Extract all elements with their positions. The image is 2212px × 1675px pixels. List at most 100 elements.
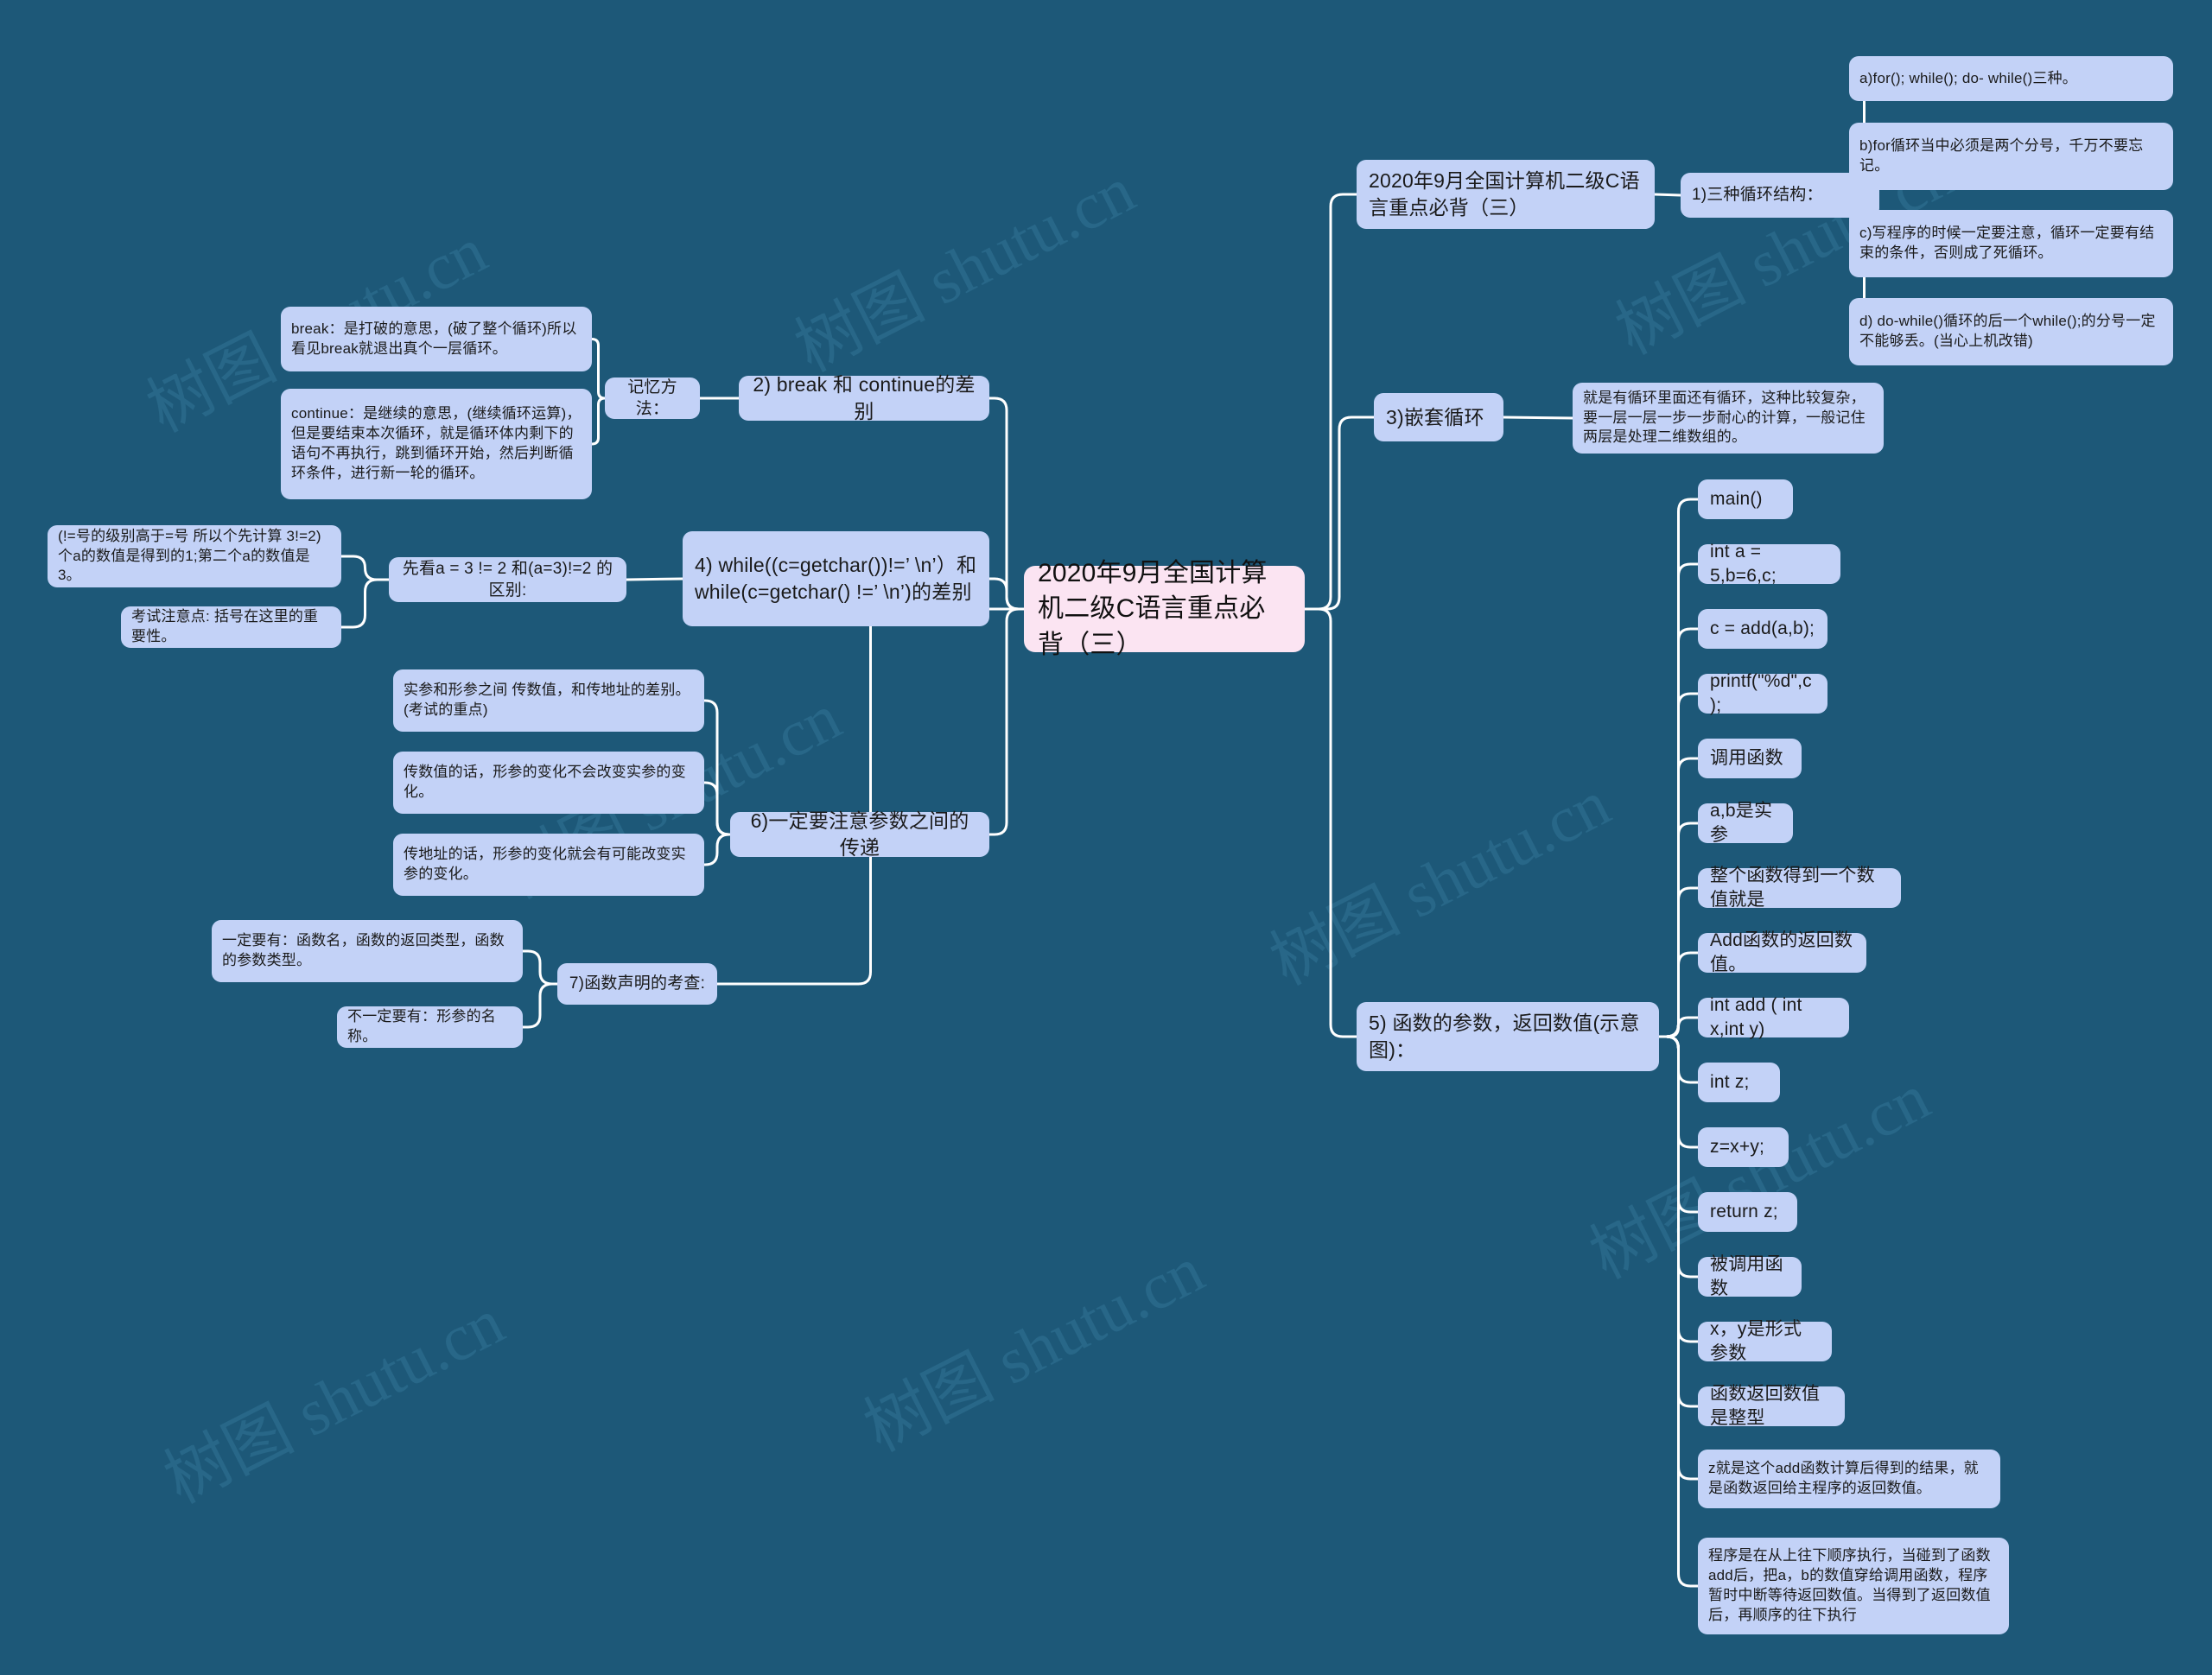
func-code-item-4[interactable]: 调用函数: [1698, 739, 1802, 778]
loop-item-0[interactable]: a)for(); while(); do- while()三种。: [1849, 56, 2173, 101]
loop-item-2-label: c)写程序的时候一定要注意，循环一定要有结束的条件，否则成了死循环。: [1859, 225, 2155, 261]
connector: [704, 781, 730, 836]
connector: [591, 338, 606, 400]
func-code-item-0-label: main(): [1710, 488, 1763, 509]
connector: [717, 607, 1024, 986]
func-declaration-item-0-label: 一定要有：函数名，函数的返回类型，函数的参数类型。: [222, 932, 505, 968]
func-code-item-3-label: printf("%d",c);: [1710, 670, 1812, 715]
left-branch-while-getchar[interactable]: 4) while((c=getchar())!=’ \n’）和 while(c=…: [683, 531, 989, 626]
left-branch-func-declaration[interactable]: 7)函数声明的考查:: [557, 963, 717, 1005]
func-code-item-14-label: 函数返回数值是整型: [1710, 1383, 1821, 1428]
right-branch-nested-loop-label: 3)嵌套循环: [1386, 405, 1484, 428]
loop-item-3-label: d) do-while()循环的后一个while();的分号一定不能够丢。(当心…: [1859, 313, 2156, 349]
left-branch-func-declaration-label: 7)函数声明的考查:: [569, 974, 706, 993]
loop-item-3[interactable]: d) do-while()循环的后一个while();的分号一定不能够丢。(当心…: [1849, 298, 2173, 365]
break-continue-item-1-label: continue：是继续的意思，(继续循环运算)，但是要结束本次循环，就是循环体…: [291, 405, 582, 481]
break-continue-item-1[interactable]: continue：是继续的意思，(继续循环运算)，但是要结束本次循环，就是循环体…: [281, 389, 592, 499]
while-getchar-item-0-label: (!=号的级别高于=号 所以个先计算 3!=2) 个a的数值是得到的1;第二个a…: [58, 527, 321, 584]
right-branch-nested-loop[interactable]: 3)嵌套循环: [1374, 393, 1503, 441]
func-code-item-0[interactable]: main(): [1698, 479, 1793, 519]
func-code-item-12[interactable]: 被调用函数: [1698, 1254, 1802, 1298]
connector: [704, 833, 730, 866]
while-getchar-compare[interactable]: 先看a = 3 != 2 和(a=3)!=2 的区别:: [389, 557, 626, 602]
func-code-item-10[interactable]: z=x+y;: [1698, 1127, 1789, 1167]
func-code-item-5[interactable]: a,b是实参: [1698, 801, 1793, 845]
connector: [341, 578, 389, 629]
func-declaration-item-1[interactable]: 不一定要有：形参的名称。: [337, 1006, 523, 1048]
connector: [591, 397, 606, 446]
func-code-item-6-label: 整个函数得到一个数值就是: [1710, 865, 1875, 910]
connector: [989, 607, 1024, 836]
right-branch-function-params[interactable]: 5) 函数的参数，返回数值(示意图)：: [1357, 1002, 1659, 1071]
break-continue-mnemonic-label: 记忆方法：: [627, 378, 677, 418]
param-passing-item-2[interactable]: 传地址的话，形参的变化就会有可能改变实参的变化。: [393, 834, 704, 896]
nested-loop-desc-label: 就是有循环里面还有循环，这种比较复杂，要一层一层一步一步耐心的计算，一般记住两层…: [1583, 389, 1866, 446]
func-code-item-4-label: 调用函数: [1710, 747, 1783, 768]
root-node-label: 2020年9月全国计算机二级C语言重点必背（三）: [1038, 558, 1268, 659]
left-branch-break-continue[interactable]: 2) break 和 continue的差别: [739, 373, 989, 422]
connector: [341, 555, 389, 581]
func-code-item-14[interactable]: 函数返回数值是整型: [1698, 1384, 1845, 1428]
func-code-item-2-label: c = add(a,b);: [1710, 618, 1815, 638]
func-code-item-2[interactable]: c = add(a,b);: [1698, 609, 1827, 649]
param-passing-item-0-label: 实参和形参之间 传数值，和传地址的差别。(考试的重点): [404, 682, 690, 718]
connector: [523, 982, 557, 1029]
func-declaration-item-0[interactable]: 一定要有：函数名，函数的返回类型，函数的参数类型。: [212, 920, 523, 982]
while-getchar-compare-label: 先看a = 3 != 2 和(a=3)!=2 的区别:: [402, 559, 613, 600]
func-code-item-10-label: z=x+y;: [1710, 1136, 1765, 1157]
func-code-item-11-label: return z;: [1710, 1201, 1778, 1221]
func-code-item-8[interactable]: int add ( int x,int y): [1698, 995, 1849, 1039]
param-passing-item-1-label: 传数值的话，形参的变化不会改变实参的变化。: [404, 764, 686, 800]
loop-item-1-label: b)for循环当中必须是两个分号，千万不要忘记。: [1859, 137, 2144, 174]
func-code-item-5-label: a,b是实参: [1710, 800, 1773, 845]
left-branch-param-passing[interactable]: 6)一定要注意参数之间的传递: [730, 809, 989, 859]
connector: [1305, 193, 1357, 611]
left-branch-param-passing-label: 6)一定要注意参数之间的传递: [750, 809, 969, 859]
connector: [1305, 607, 1357, 1038]
func-code-item-12-label: 被调用函数: [1710, 1253, 1783, 1298]
loop-item-2[interactable]: c)写程序的时候一定要注意，循环一定要有结束的条件，否则成了死循环。: [1849, 210, 2173, 277]
func-code-item-1[interactable]: int a = 5,b=6,c;: [1698, 542, 1840, 586]
func-code-item-9[interactable]: int z;: [1698, 1063, 1780, 1102]
connector: [626, 577, 683, 581]
func-code-item-16-label: 程序是在从上往下顺序执行，当碰到了函数add后，把a，b的数值穿给调用函数，程序…: [1708, 1547, 1991, 1623]
func-code-item-1-label: int a = 5,b=6,c;: [1710, 541, 1777, 586]
while-getchar-item-0[interactable]: (!=号的级别高于=号 所以个先计算 3!=2) 个a的数值是得到的1;第二个a…: [48, 525, 341, 587]
func-code-item-11[interactable]: return z;: [1698, 1192, 1797, 1232]
param-passing-item-1[interactable]: 传数值的话，形参的变化不会改变实参的变化。: [393, 752, 704, 814]
connector: [523, 949, 557, 986]
func-code-item-16[interactable]: 程序是在从上往下顺序执行，当碰到了函数add后，把a，b的数值穿给调用函数，程序…: [1698, 1538, 2009, 1634]
root-node[interactable]: 2020年9月全国计算机二级C语言重点必背（三）: [1024, 559, 1305, 659]
right-branch-function-params-label: 5) 函数的参数，返回数值(示意图)：: [1369, 1012, 1640, 1061]
func-code-item-15-label: z就是这个add函数计算后得到的结果，就是函数返回给主程序的返回数值。: [1708, 1460, 1979, 1496]
loop-item-1[interactable]: b)for循环当中必须是两个分号，千万不要忘记。: [1849, 123, 2173, 190]
connector: [1503, 416, 1573, 420]
connector: [1654, 193, 1681, 197]
while-getchar-item-1[interactable]: 考试注意点: 括号在这里的重要性。: [121, 606, 341, 648]
connector: [989, 397, 1024, 611]
nested-loop-desc[interactable]: 就是有循环里面还有循环，这种比较复杂，要一层一层一步一步耐心的计算，一般记住两层…: [1573, 383, 1884, 454]
func-code-item-15[interactable]: z就是这个add函数计算后得到的结果，就是函数返回给主程序的返回数值。: [1698, 1450, 2000, 1508]
left-branch-break-continue-label: 2) break 和 continue的差别: [753, 373, 976, 422]
func-code-item-3[interactable]: printf("%d",c);: [1698, 671, 1827, 715]
param-passing-item-2-label: 传地址的话，形参的变化就会有可能改变实参的变化。: [404, 846, 686, 882]
connector: [1305, 416, 1374, 611]
func-code-item-7-label: Add函数的返回数值。: [1710, 929, 1853, 974]
param-passing-item-0[interactable]: 实参和形参之间 传数值，和传地址的差别。(考试的重点): [393, 669, 704, 732]
break-continue-item-0-label: break：是打破的意思，(破了整个循环)所以看见break就退出真个一层循环。: [291, 320, 577, 357]
func-code-item-9-label: int z;: [1710, 1071, 1750, 1092]
loop-item-0-label: a)for(); while(); do- while()三种。: [1859, 69, 2077, 86]
func-code-item-13[interactable]: x，y是形式参数: [1698, 1319, 1832, 1363]
func-code-item-13-label: x，y是形式参数: [1710, 1318, 1802, 1363]
while-getchar-item-1-label: 考试注意点: 括号在这里的重要性。: [131, 608, 319, 644]
break-continue-item-0[interactable]: break：是打破的意思，(破了整个循环)所以看见break就退出真个一层循环。: [281, 307, 592, 371]
func-code-item-7[interactable]: Add函数的返回数值。: [1698, 930, 1866, 974]
left-branch-while-getchar-label: 4) while((c=getchar())!=’ \n’）和 while(c=…: [695, 554, 977, 603]
right-title-node-label: 2020年9月全国计算机二级C语言重点必背（三）: [1369, 169, 1640, 219]
right-title-node[interactable]: 2020年9月全国计算机二级C语言重点必背（三）: [1357, 160, 1655, 229]
connector: [1659, 1035, 1698, 1588]
func-code-item-8-label: int add ( int x,int y): [1710, 994, 1802, 1039]
break-continue-mnemonic[interactable]: 记忆方法：: [605, 378, 700, 419]
func-code-item-6[interactable]: 整个函数得到一个数值就是: [1698, 866, 1901, 910]
func-declaration-item-1-label: 不一定要有：形参的名称。: [347, 1008, 496, 1044]
